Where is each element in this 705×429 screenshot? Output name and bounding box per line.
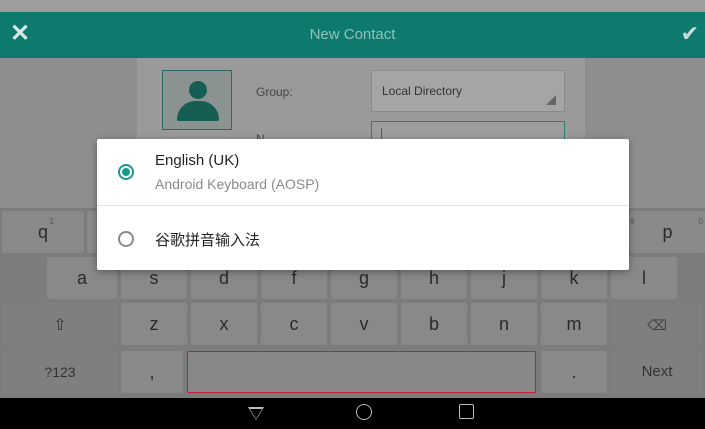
backspace-icon: ⌫ bbox=[647, 317, 667, 333]
shift-key[interactable]: ⇧ bbox=[2, 303, 118, 345]
key-label: f bbox=[291, 268, 297, 288]
key-label: l bbox=[642, 268, 646, 288]
home-icon[interactable] bbox=[356, 404, 372, 420]
key-m[interactable]: m bbox=[541, 303, 607, 345]
period-key[interactable]: . bbox=[541, 351, 607, 393]
key-label: b bbox=[428, 314, 439, 334]
key-q[interactable]: q 1 bbox=[2, 211, 84, 253]
avatar[interactable] bbox=[162, 70, 232, 130]
option-title: 谷歌拼音输入法 bbox=[155, 231, 261, 249]
key-q-hint: 1 bbox=[49, 217, 54, 226]
key-v[interactable]: v bbox=[331, 303, 397, 345]
key-label: Next bbox=[641, 363, 673, 380]
key-label: s bbox=[149, 268, 159, 288]
key-x[interactable]: x bbox=[191, 303, 257, 345]
key-label: c bbox=[289, 314, 299, 334]
app-header: ✕ New Contact ✔ bbox=[0, 12, 705, 58]
system-navbar bbox=[0, 398, 705, 429]
page-title: New Contact bbox=[309, 26, 396, 43]
screen: ✕ New Contact ✔ Group: Local Directory N… bbox=[0, 0, 705, 429]
key-p[interactable]: 9 p 0 bbox=[630, 211, 705, 253]
recents-icon[interactable] bbox=[459, 404, 474, 419]
key-q-label: q bbox=[37, 222, 48, 242]
radio-unselected-icon[interactable] bbox=[118, 231, 134, 247]
key-c[interactable]: c bbox=[261, 303, 327, 345]
input-method-dialog: English (UK) Android Keyboard (AOSP) 谷歌拼… bbox=[97, 139, 629, 270]
comma-key[interactable]: , bbox=[121, 351, 183, 393]
key-label: a bbox=[76, 268, 87, 288]
back-icon[interactable] bbox=[248, 407, 264, 420]
shift-icon: ⇧ bbox=[53, 317, 67, 334]
check-icon[interactable]: ✔ bbox=[681, 20, 699, 48]
key-o-hint: 9 bbox=[630, 217, 635, 226]
option-title: English (UK) bbox=[155, 152, 240, 169]
symbols-key[interactable]: ?123 bbox=[2, 351, 118, 393]
key-label: k bbox=[569, 268, 579, 288]
key-label: h bbox=[428, 268, 439, 288]
key-label: . bbox=[571, 362, 577, 382]
key-p-label: p bbox=[662, 222, 673, 242]
key-label: ?123 bbox=[44, 364, 76, 380]
avatar-head-icon bbox=[189, 81, 207, 99]
key-label: n bbox=[498, 314, 509, 334]
key-label: v bbox=[359, 314, 369, 334]
input-method-option-pinyin[interactable]: 谷歌拼音输入法 bbox=[97, 206, 629, 270]
group-value: Local Directory bbox=[382, 84, 463, 98]
key-label: j bbox=[502, 268, 506, 288]
next-key[interactable]: Next bbox=[611, 351, 703, 393]
dropdown-corner-icon bbox=[546, 95, 556, 105]
avatar-body-icon bbox=[177, 101, 219, 121]
key-label: g bbox=[358, 268, 369, 288]
group-select[interactable]: Local Directory bbox=[371, 70, 565, 112]
key-z[interactable]: z bbox=[121, 303, 187, 345]
key-n[interactable]: n bbox=[471, 303, 537, 345]
radio-selected-icon[interactable] bbox=[118, 164, 134, 180]
key-b[interactable]: b bbox=[401, 303, 467, 345]
backspace-key[interactable]: ⌫ bbox=[611, 303, 703, 345]
group-label: Group: bbox=[256, 85, 293, 99]
key-label: m bbox=[566, 314, 582, 334]
input-method-option-english[interactable]: English (UK) Android Keyboard (AOSP) bbox=[97, 139, 629, 206]
key-label: x bbox=[219, 314, 229, 334]
option-subtitle: Android Keyboard (AOSP) bbox=[155, 176, 320, 192]
key-p-hint: 0 bbox=[698, 217, 703, 226]
key-label: z bbox=[149, 314, 159, 334]
key-label: , bbox=[149, 362, 155, 382]
text-cursor: | bbox=[380, 126, 384, 140]
space-key[interactable] bbox=[187, 351, 536, 393]
key-label: d bbox=[218, 268, 229, 288]
